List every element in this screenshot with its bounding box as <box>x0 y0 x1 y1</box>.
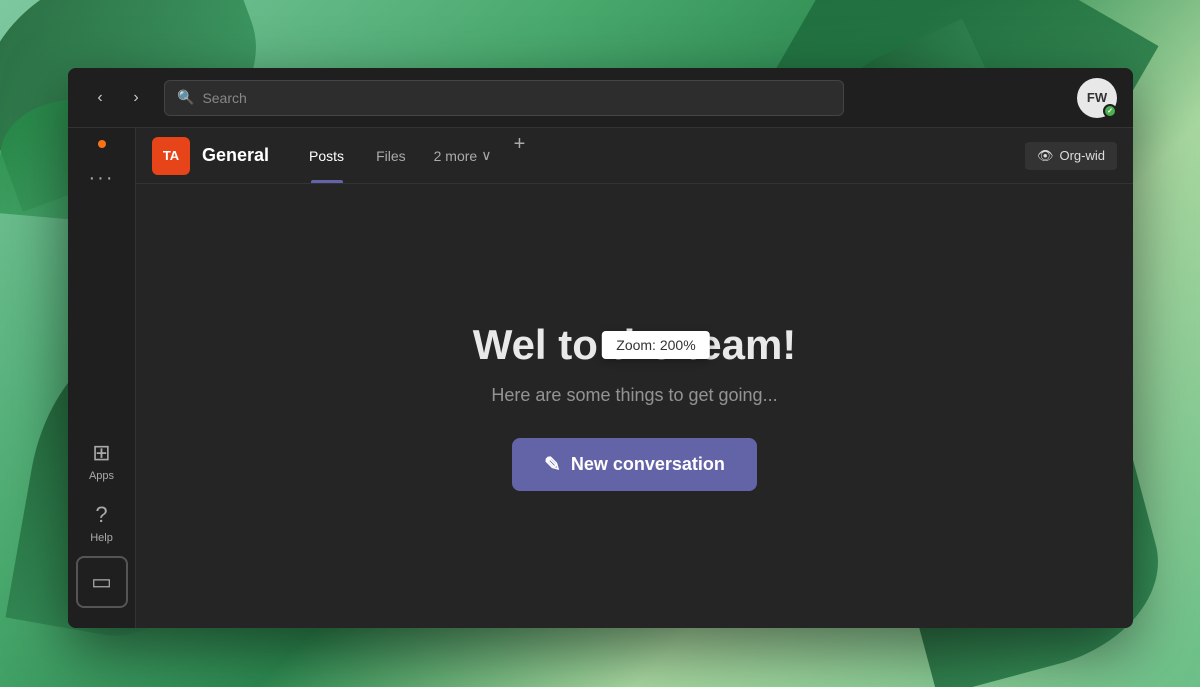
search-placeholder: Search <box>202 90 246 106</box>
teams-window: ‹ › 🔍 Search FW ··· ⊞ Apps ? Help <box>68 68 1133 628</box>
tab-files[interactable]: Files <box>360 128 422 183</box>
search-bar[interactable]: 🔍 Search <box>164 80 844 116</box>
apps-icon: ⊞ <box>92 440 110 466</box>
nav-arrows: ‹ › <box>84 82 152 114</box>
header-actions: 👁 Org-wid <box>1025 142 1117 170</box>
team-initials: TA <box>163 148 179 163</box>
back-button[interactable]: ‹ <box>84 82 116 114</box>
top-bar: ‹ › 🔍 Search FW <box>68 68 1133 128</box>
tab-more[interactable]: 2 more ∨ <box>422 128 504 183</box>
chevron-down-icon: ∨ <box>481 147 491 164</box>
eye-icon: 👁 <box>1037 148 1054 164</box>
avatar-initials: FW <box>1087 90 1107 105</box>
main-layout: ··· ⊞ Apps ? Help ▭ TA General <box>68 128 1133 628</box>
device-icon: ▭ <box>91 569 112 595</box>
channel-tabs: Posts Files 2 more ∨ + <box>293 128 535 183</box>
new-conversation-label: New conversation <box>571 454 725 475</box>
sidebar-item-help-label: Help <box>90 532 113 544</box>
compose-icon: ✎ <box>544 452 561 477</box>
org-wide-label: Org-wid <box>1059 148 1105 163</box>
content-area: TA General Posts Files 2 more ∨ + <box>136 128 1133 628</box>
main-content: Wel Zoom: 200% to the team! Here are som… <box>136 184 1133 628</box>
sidebar-item-help[interactable]: ? Help <box>68 494 135 552</box>
tab-posts[interactable]: Posts <box>293 128 360 183</box>
notification-dot <box>98 140 106 148</box>
channel-header: TA General Posts Files 2 more ∨ + <box>136 128 1133 184</box>
welcome-text-left: Wel <box>473 321 547 368</box>
help-icon: ? <box>95 502 107 528</box>
device-button[interactable]: ▭ <box>76 556 128 608</box>
subtitle-text: Here are some things to get going... <box>491 385 777 406</box>
team-avatar: TA <box>152 137 190 175</box>
add-tab-button[interactable]: + <box>503 128 535 160</box>
channel-name: General <box>202 145 269 166</box>
search-icon: 🔍 <box>177 89 194 106</box>
avatar[interactable]: FW <box>1077 78 1117 118</box>
welcome-heading: Wel Zoom: 200% to the team! <box>473 321 797 369</box>
org-wide-button[interactable]: 👁 Org-wid <box>1025 142 1117 170</box>
sidebar-more-button[interactable]: ··· <box>80 156 124 200</box>
zoom-tooltip: Zoom: 200% <box>602 331 709 359</box>
sidebar: ··· ⊞ Apps ? Help ▭ <box>68 128 136 628</box>
new-conversation-button[interactable]: ✎ New conversation <box>512 438 757 491</box>
forward-button[interactable]: › <box>120 82 152 114</box>
sidebar-item-apps[interactable]: ⊞ Apps <box>68 432 135 490</box>
avatar-status-badge <box>1103 104 1117 118</box>
sidebar-item-apps-label: Apps <box>89 470 114 482</box>
